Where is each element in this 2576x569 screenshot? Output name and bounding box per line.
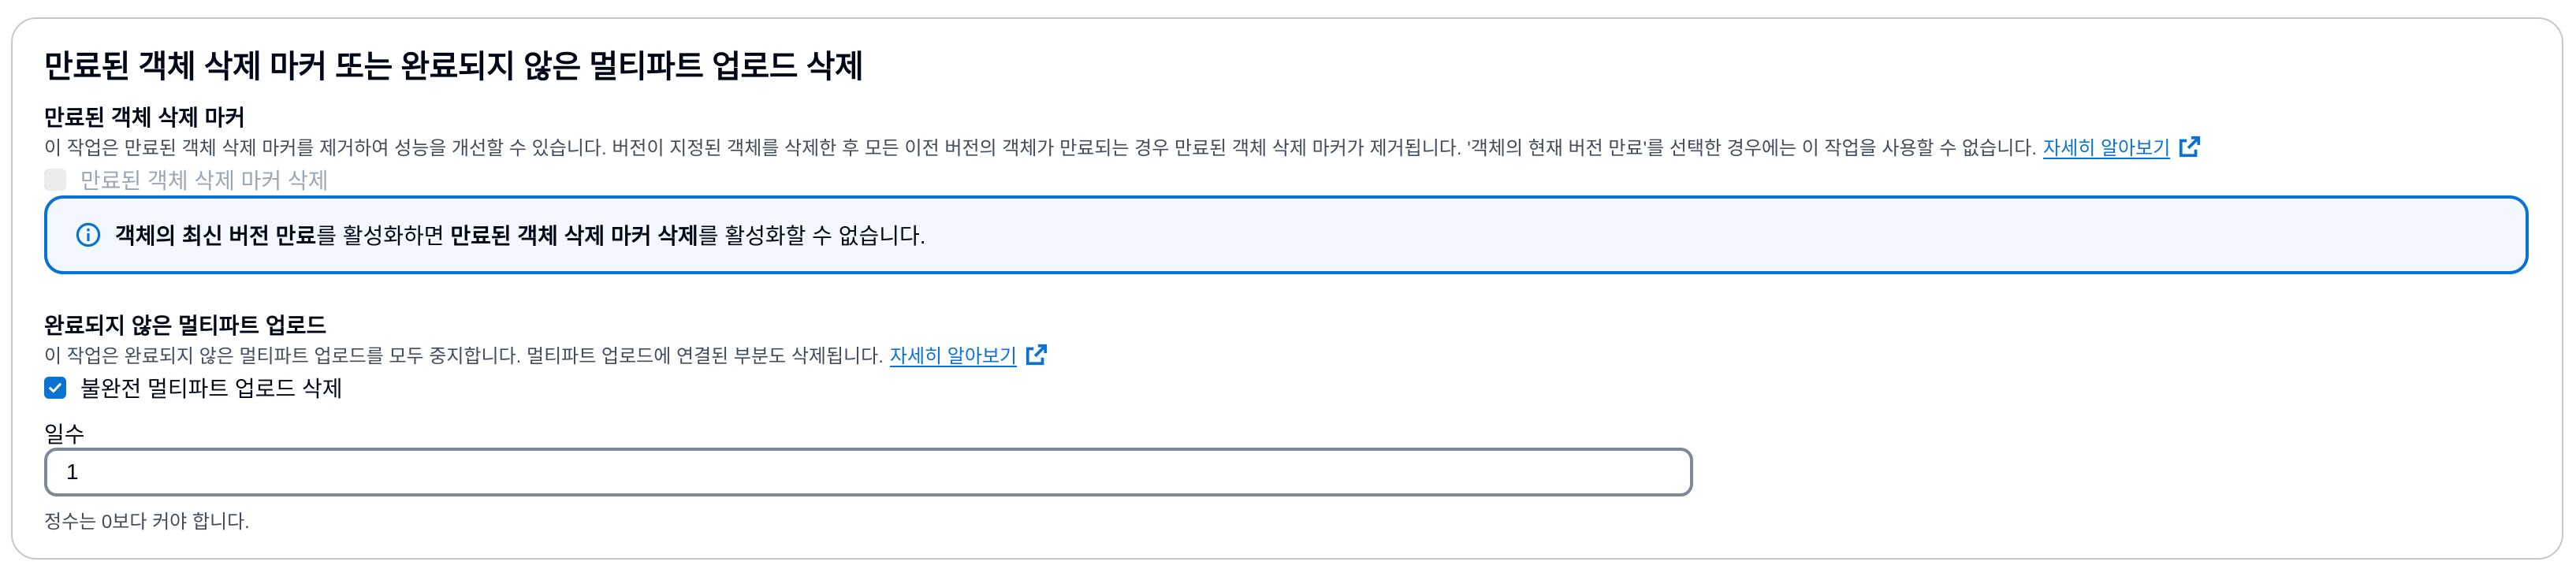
expired-markers-checkbox-label: 만료된 객체 삭제 마커 삭제 <box>80 169 329 193</box>
expired-markers-learn-more-link[interactable]: 자세히 알아보기 <box>2043 132 2202 160</box>
learn-more-label[interactable]: 자세히 알아보기 <box>2043 132 2170 160</box>
incomplete-uploads-description-text: 이 작업은 완료되지 않은 멀티파트 업로드를 모두 중지합니다. 멀티파트 업… <box>44 346 884 367</box>
info-alert: 객체의 최신 버전 만료를 활성화하면 만료된 객체 삭제 마커 삭제를 활성화… <box>44 195 2529 274</box>
alert-text-2: 를 활성화할 수 없습니다. <box>698 224 926 248</box>
days-hint: 정수는 0보다 커야 합니다. <box>44 511 250 533</box>
learn-more-label[interactable]: 자세히 알아보기 <box>890 340 1017 368</box>
expired-markers-description: 이 작업은 만료된 객체 삭제 마커를 제거하여 성능을 개선할 수 있습니다.… <box>44 132 2202 160</box>
days-label: 일수 <box>44 422 85 447</box>
days-input[interactable] <box>44 448 1693 496</box>
expired-markers-description-text: 이 작업은 만료된 객체 삭제 마커를 제거하여 성능을 개선할 수 있습니다.… <box>44 138 2038 159</box>
info-icon <box>76 222 101 247</box>
external-link-icon <box>1026 344 1048 365</box>
expired-markers-checkbox-row[interactable]: 만료된 객체 삭제 마커 삭제 <box>44 164 328 195</box>
incomplete-uploads-checkbox-row[interactable]: 불완전 멀티파트 업로드 삭제 <box>44 372 342 404</box>
incomplete-uploads-learn-more-link[interactable]: 자세히 알아보기 <box>890 340 1048 368</box>
lifecycle-rule-panel: 만료된 객체 삭제 마커 또는 완료되지 않은 멀티파트 업로드 삭제 만료된 … <box>11 17 2563 560</box>
checkmark-icon <box>49 383 61 393</box>
incomplete-uploads-description: 이 작업은 완료되지 않은 멀티파트 업로드를 모두 중지합니다. 멀티파트 업… <box>44 340 1048 368</box>
alert-bold-1: 객체의 최신 버전 만료 <box>115 224 317 248</box>
incomplete-uploads-checkbox[interactable] <box>44 377 66 399</box>
expired-markers-checkbox[interactable] <box>44 169 66 191</box>
panel-title: 만료된 객체 삭제 마커 또는 완료되지 않은 멀티파트 업로드 삭제 <box>44 50 864 84</box>
external-link-icon <box>2180 136 2201 157</box>
alert-text-1: 를 활성화하면 <box>316 224 451 248</box>
expired-markers-heading: 만료된 객체 삭제 마커 <box>44 106 246 130</box>
incomplete-uploads-heading: 완료되지 않은 멀티파트 업로드 <box>44 314 327 338</box>
alert-text: 객체의 최신 버전 만료를 활성화하면 만료된 객체 삭제 마커 삭제를 활성화… <box>115 219 926 251</box>
alert-bold-2: 만료된 객체 삭제 마커 삭제 <box>450 224 698 248</box>
incomplete-uploads-checkbox-label: 불완전 멀티파트 업로드 삭제 <box>80 377 343 401</box>
